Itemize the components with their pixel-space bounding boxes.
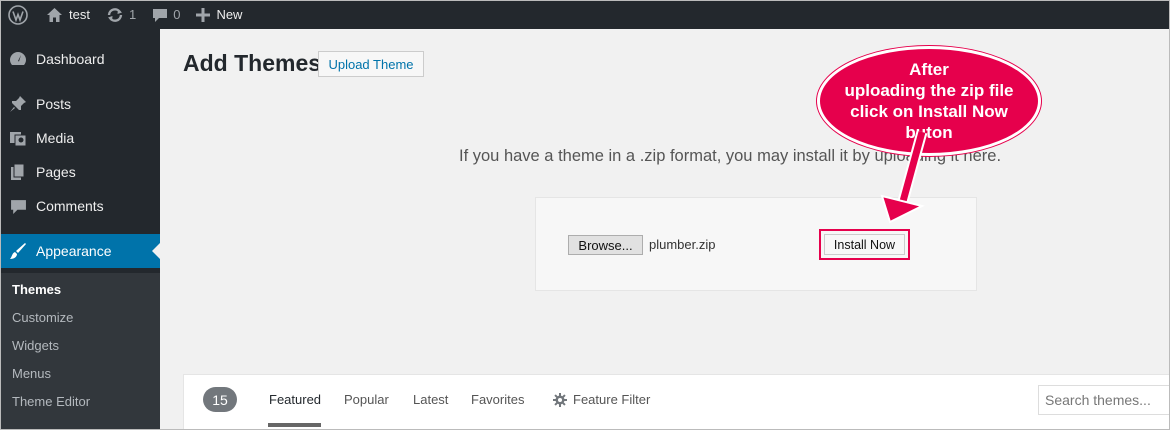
theme-count-badge: 15: [203, 387, 237, 412]
pages-icon: [11, 163, 25, 180]
new-content-link[interactable]: New: [188, 0, 250, 29]
tab-featured[interactable]: Featured: [269, 392, 321, 407]
install-now-highlight: Install Now: [819, 229, 910, 260]
site-name: test: [69, 7, 90, 22]
tab-latest[interactable]: Latest: [413, 392, 448, 407]
comment-icon: [153, 8, 168, 22]
submenu-customize[interactable]: Customize: [12, 310, 73, 325]
admin-sidebar: Dashboard Posts Media Pages Comments App…: [0, 29, 160, 430]
submenu-menus[interactable]: Menus: [12, 366, 51, 381]
appearance-submenu: Themes Customize Widgets Menus Theme Edi…: [0, 273, 160, 430]
updates-count: 1: [128, 7, 137, 22]
active-tab-indicator: [268, 423, 321, 427]
menu-item-media[interactable]: Media: [0, 121, 160, 155]
tab-favorites[interactable]: Favorites: [471, 392, 524, 407]
comments-link[interactable]: 0: [144, 0, 188, 29]
comments-count: 0: [173, 7, 181, 22]
pin-icon: [10, 96, 26, 112]
wordpress-icon: [8, 4, 28, 25]
menu-label: Pages: [36, 164, 76, 180]
feature-filter-label: Feature Filter: [573, 392, 651, 407]
menu-item-posts[interactable]: Posts: [0, 87, 160, 121]
submenu-themes[interactable]: Themes: [12, 282, 61, 297]
plus-icon: [196, 7, 211, 22]
brush-icon: [10, 243, 26, 259]
callout-line: After: [909, 60, 949, 79]
dashboard-icon: [10, 52, 26, 65]
browse-button[interactable]: Browse...: [568, 235, 643, 255]
menu-item-pages[interactable]: Pages: [0, 155, 160, 189]
comment-icon: [10, 199, 26, 214]
wordpress-logo-button[interactable]: [0, 0, 38, 29]
menu-label: Media: [36, 130, 75, 146]
callout-line: click on Install Now: [850, 102, 1008, 121]
page-title: Add Themes: [183, 50, 322, 76]
site-name-link[interactable]: test: [38, 0, 98, 29]
new-label: New: [216, 7, 243, 22]
install-now-button[interactable]: Install Now: [824, 234, 905, 255]
submenu-theme-editor[interactable]: Theme Editor: [12, 394, 90, 409]
media-icon: [10, 132, 27, 147]
menu-item-comments[interactable]: Comments: [0, 189, 160, 223]
menu-label: Appearance: [36, 243, 112, 259]
callout-line: uploading the zip file: [844, 81, 1014, 100]
submenu-widgets[interactable]: Widgets: [12, 338, 59, 353]
admin-bar: test 1 0 New: [0, 0, 1170, 29]
feature-filter-button[interactable]: Feature Filter: [553, 392, 650, 407]
menu-item-dashboard[interactable]: Dashboard: [0, 42, 160, 76]
menu-item-appearance[interactable]: Appearance: [0, 234, 160, 268]
updates-link[interactable]: 1: [98, 0, 144, 29]
upload-theme-button[interactable]: Upload Theme: [318, 51, 424, 77]
theme-filter-bar: [183, 374, 1170, 430]
updates-icon: [107, 7, 123, 22]
home-icon: [47, 7, 62, 22]
search-themes-input[interactable]: [1038, 385, 1170, 415]
annotation-arrow: [880, 130, 928, 224]
gear-icon: [553, 392, 567, 407]
menu-label: Dashboard: [36, 51, 105, 67]
menu-label: Posts: [36, 96, 72, 112]
menu-label: Comments: [36, 198, 104, 214]
tab-popular[interactable]: Popular: [344, 392, 389, 407]
selected-file-name: plumber.zip: [649, 237, 716, 252]
